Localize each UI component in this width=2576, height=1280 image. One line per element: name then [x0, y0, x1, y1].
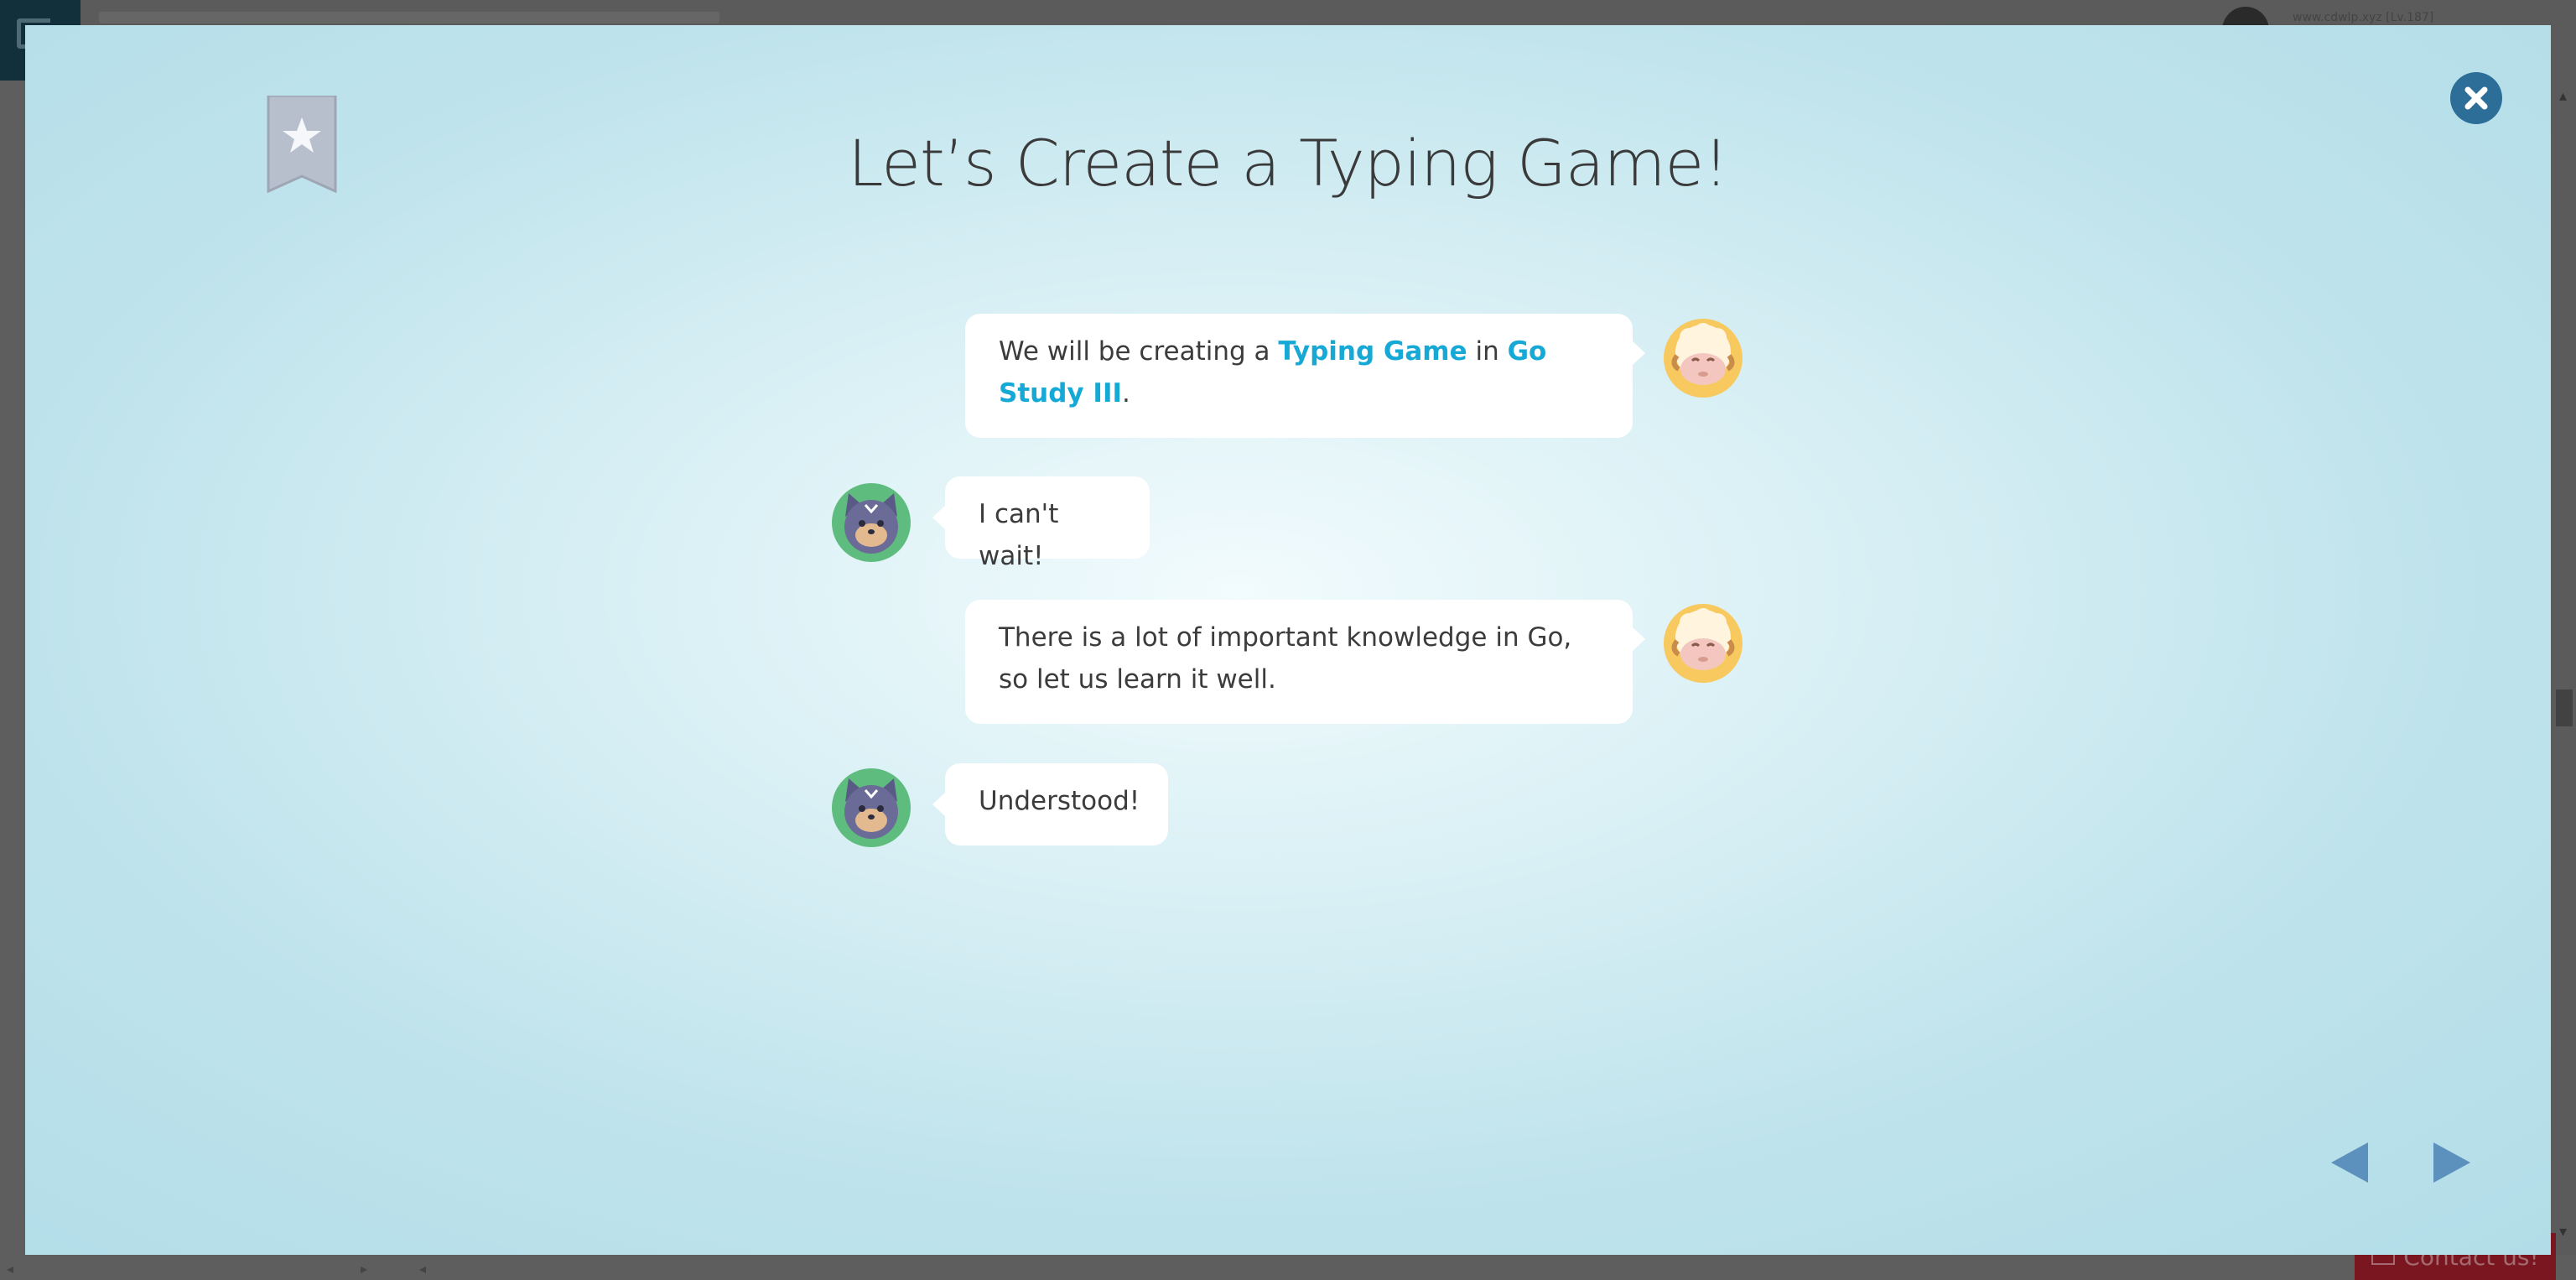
chat-bubble: There is a lot of important knowledge in… — [965, 600, 1645, 724]
sheep-avatar — [1664, 319, 1742, 398]
message-text: I can't wait! — [979, 499, 1059, 571]
message-text: Understood! — [979, 786, 1140, 816]
cat-avatar — [832, 768, 911, 847]
cat-avatar — [832, 483, 911, 562]
background-search-bar — [99, 12, 719, 23]
message-text: in — [1467, 336, 1508, 367]
sheep-avatar — [1664, 604, 1742, 683]
page-title: Let’s Create a Typing Game! — [848, 126, 1728, 200]
scroll-down-icon: ▾ — [2559, 1223, 2568, 1241]
message-text: . — [1122, 378, 1130, 408]
scroll-up-icon: ▴ — [2559, 87, 2568, 105]
prev-arrow-icon[interactable] — [2329, 1141, 2370, 1188]
highlight-text: Typing Game — [1278, 336, 1467, 367]
scroll-right-icon: ▸ — [361, 1261, 368, 1277]
scrollbar-thumb — [2556, 689, 2573, 726]
scroll-left-icon: ◂ — [419, 1261, 427, 1277]
chat-bubble: I can't wait! — [932, 476, 1150, 571]
close-button[interactable] — [2450, 72, 2502, 124]
background-bottom-bar — [0, 1255, 2576, 1280]
chat-bubble: We will be creating a Typing Game in Go … — [965, 314, 1645, 438]
message-text: We will be creating a — [999, 336, 1279, 367]
chat-bubble: Understood! — [932, 763, 1168, 846]
background-sidebar — [0, 81, 25, 1255]
close-icon — [2464, 86, 2488, 110]
lesson-dialog: Let’s Create a Typing Game! We will be c… — [25, 25, 2551, 1255]
scroll-left-icon: ◂ — [7, 1261, 14, 1277]
user-info: www.cdwlp.xyz [Lv.187] — [2293, 11, 2434, 24]
next-arrow-icon[interactable] — [2432, 1141, 2472, 1188]
message-text: There is a lot of important knowledge in… — [999, 622, 1572, 695]
